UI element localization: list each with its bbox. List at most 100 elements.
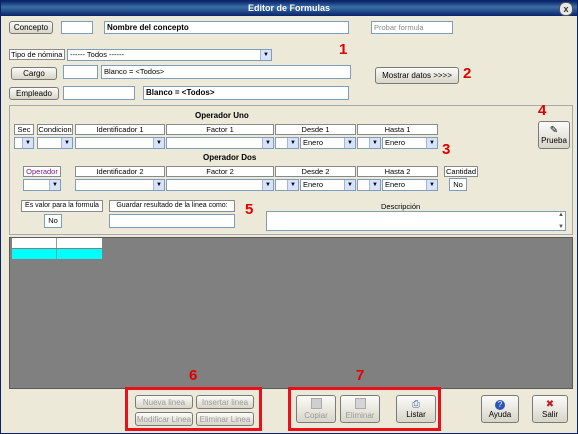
title-bar: Editor de Formulas x — [1, 1, 577, 16]
annotation-1: 1 — [339, 41, 348, 58]
cantidad-header: Cantidad — [444, 166, 478, 177]
concepto-code-input[interactable] — [61, 21, 93, 34]
cargo-name-input[interactable]: Blanco = <Todos> — [101, 65, 351, 79]
annotation-7: 7 — [356, 367, 365, 384]
desde2-value: Enero — [303, 180, 324, 189]
hasta1-header: Hasta 1 — [357, 124, 438, 135]
formula-lines-grid[interactable] — [9, 237, 573, 389]
operador-uno-title: Operador Uno — [195, 111, 249, 120]
desde2-header: Desde 2 — [275, 166, 356, 177]
chevron-down-icon[interactable]: ▼ — [260, 50, 271, 60]
desde2-day-select[interactable]: ▼ — [275, 179, 299, 191]
listar-label: Listar — [406, 409, 426, 419]
chevron-down-icon[interactable]: ▼ — [287, 138, 298, 148]
chevron-down-icon[interactable]: ▼ — [344, 138, 355, 148]
desde1-day-select[interactable]: ▼ — [275, 137, 299, 149]
salir-label: Salir — [541, 409, 558, 419]
chevron-down-icon[interactable]: ▼ — [49, 180, 60, 190]
prueba-button[interactable]: ✎ Prueba — [538, 121, 570, 149]
hasta1-day-select[interactable]: ▼ — [357, 137, 381, 149]
copiar-button[interactable]: Copiar — [296, 395, 336, 423]
desde1-value: Enero — [303, 138, 324, 147]
delete-icon — [354, 398, 366, 409]
nomina-value: ------ Todos ------ — [70, 50, 125, 59]
guardar-input[interactable] — [109, 214, 235, 228]
help-icon: ? — [495, 399, 505, 410]
operador-header: Operador — [23, 166, 61, 177]
operador-select[interactable]: ▼ — [23, 179, 61, 191]
es-valor-input[interactable]: No — [44, 214, 62, 228]
grid-selected-cell[interactable] — [57, 249, 102, 259]
hasta1-month-select[interactable]: Enero ▼ — [382, 137, 438, 149]
copiar-label: Copiar — [304, 411, 328, 420]
identificador2-select[interactable]: ▼ — [75, 179, 165, 191]
chevron-down-icon[interactable]: ▼ — [61, 138, 72, 148]
grid-header-cell — [57, 238, 102, 248]
factor1-select[interactable]: ▼ — [166, 137, 274, 149]
factor2-select[interactable]: ▼ — [166, 179, 274, 191]
ayuda-label: Ayuda — [488, 409, 512, 419]
chevron-down-icon[interactable]: ▼ — [153, 138, 164, 148]
chevron-down-icon[interactable]: ▼ — [369, 138, 380, 148]
scroll-up-icon[interactable]: ▲ — [558, 212, 564, 218]
nueva-linea-button[interactable]: Nueva linea — [135, 395, 193, 409]
chevron-down-icon[interactable]: ▼ — [426, 138, 437, 148]
eliminar-button[interactable]: Eliminar — [340, 395, 380, 423]
desde2-month-select[interactable]: Enero ▼ — [300, 179, 356, 191]
operador-dos-title: Operador Dos — [203, 153, 257, 162]
nomina-select[interactable]: ------ Todos ------ ▼ — [67, 49, 272, 61]
empleado-name-input[interactable]: Blanco = <Todos> — [143, 86, 349, 100]
eliminar-linea-button[interactable]: Eliminar Linea — [196, 412, 254, 426]
chevron-down-icon[interactable]: ▼ — [262, 138, 273, 148]
hasta2-value: Enero — [385, 180, 406, 189]
hasta2-day-select[interactable]: ▼ — [357, 179, 381, 191]
chevron-down-icon[interactable]: ▼ — [369, 180, 380, 190]
probar-formula-input[interactable]: Probar formula — [371, 21, 453, 34]
insertar-linea-button[interactable]: Insertar linea — [196, 395, 254, 409]
close-icon[interactable]: x — [559, 2, 573, 16]
factor1-header: Factor 1 — [166, 124, 274, 135]
annotation-2: 2 — [463, 65, 472, 82]
empleado-code-input[interactable] — [63, 86, 135, 100]
exit-icon: ✖ — [545, 398, 555, 410]
chevron-down-icon[interactable]: ▼ — [344, 180, 355, 190]
modificar-linea-button[interactable]: Modificar Linea — [135, 412, 193, 426]
listar-button[interactable]: ⎙ Listar — [396, 395, 436, 423]
salir-button[interactable]: ✖ Salir — [532, 395, 568, 423]
hasta2-header: Hasta 2 — [357, 166, 438, 177]
identificador1-header: Identificador 1 — [75, 124, 165, 135]
condicion-header: Condicion — [37, 124, 73, 135]
cargo-code-input[interactable] — [63, 65, 98, 79]
hasta1-value: Enero — [385, 138, 406, 147]
concepto-name-input[interactable]: Nombre del concepto — [104, 21, 349, 34]
es-valor-label: Es valor para la formula — [21, 200, 103, 212]
annotation-3: 3 — [442, 141, 451, 158]
chevron-down-icon[interactable]: ▼ — [426, 180, 437, 190]
annotation-6: 6 — [189, 367, 198, 384]
ayuda-button[interactable]: ? Ayuda — [481, 395, 519, 423]
descripcion-textarea[interactable]: ▲ ▼ — [266, 211, 566, 231]
sec-header: Sec — [14, 124, 34, 135]
cantidad-input[interactable]: No — [449, 178, 467, 191]
grid-selected-cell[interactable] — [12, 249, 57, 259]
sec-select[interactable]: ▼ — [14, 137, 34, 149]
empleado-button[interactable]: Empleado — [9, 87, 59, 100]
desde1-month-select[interactable]: Enero ▼ — [300, 137, 356, 149]
desde1-header: Desde 1 — [275, 124, 356, 135]
scroll-down-icon[interactable]: ▼ — [558, 224, 564, 230]
guardar-label: Guardar resultado de la linea como: — [109, 200, 235, 212]
mostrar-datos-button[interactable]: Mostrar datos >>>> — [375, 67, 459, 84]
hasta2-month-select[interactable]: Enero ▼ — [382, 179, 438, 191]
grid-header-cell — [12, 238, 57, 248]
chevron-down-icon[interactable]: ▼ — [262, 180, 273, 190]
cargo-button[interactable]: Cargo — [11, 67, 57, 80]
chevron-down-icon[interactable]: ▼ — [287, 180, 298, 190]
formula-editor-window: Editor de Formulas x Concepto Nombre del… — [0, 0, 578, 434]
eliminar-label: Eliminar — [345, 411, 375, 420]
concepto-button[interactable]: Concepto — [9, 21, 53, 34]
chevron-down-icon[interactable]: ▼ — [22, 138, 33, 148]
condicion-select[interactable]: ▼ — [37, 137, 73, 149]
identificador1-select[interactable]: ▼ — [75, 137, 165, 149]
chevron-down-icon[interactable]: ▼ — [153, 180, 164, 190]
nomina-label: Tipo de nómina — [9, 49, 65, 60]
